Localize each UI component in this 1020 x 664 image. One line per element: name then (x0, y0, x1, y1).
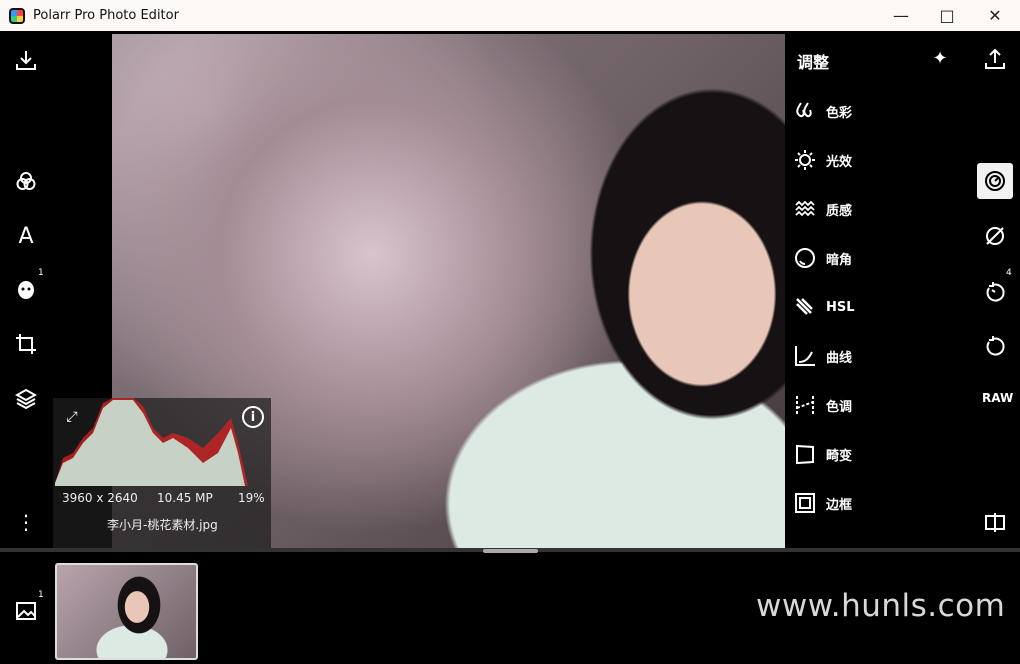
expand-icon[interactable]: ⤢ (61, 406, 83, 428)
history-badge: 4 (1006, 268, 1012, 278)
zoom-level: 19% (238, 491, 265, 505)
menu-item-label: 曲线 (826, 350, 853, 366)
file-name: 李小月-桃花素材.jpg (107, 518, 218, 532)
sun-icon (795, 150, 815, 170)
maximize-button[interactable]: □ (924, 0, 970, 31)
gallery-icon[interactable] (13, 598, 39, 624)
gallery-badge: 1 (38, 590, 44, 600)
menu-item-border[interactable]: 边框 (794, 492, 852, 514)
menu-item-drops[interactable]: 色彩 (794, 100, 852, 122)
download-icon[interactable] (12, 46, 40, 74)
menu-item-label: 色调 (826, 399, 853, 415)
menu-item-vignette[interactable]: 暗角 (794, 247, 852, 269)
magic-wand-icon[interactable]: ✦ (928, 46, 952, 70)
image-dimensions: 3960 x 2640 (62, 491, 138, 505)
menu-item-curve[interactable]: 曲线 (794, 345, 852, 367)
photo-thumbnail[interactable] (55, 563, 198, 660)
title-bar: Polarr Pro Photo Editor — □ ✕ (0, 0, 1020, 31)
menu-item-hsl[interactable]: HSL (794, 296, 855, 318)
hsl-icon (796, 298, 813, 315)
histogram-panel: ⤢ i 3960 x 2640 10.45 MP 19% 李小月-桃花素材.jp… (53, 398, 271, 548)
waves-icon (795, 200, 815, 217)
export-icon[interactable] (982, 46, 1008, 72)
more-icon[interactable]: ⋮ (12, 508, 40, 536)
toning-icon (796, 396, 814, 414)
reset-icon[interactable] (981, 331, 1009, 359)
menu-item-distortion[interactable]: 畸变 (794, 443, 852, 465)
menu-item-label: 边框 (826, 497, 853, 513)
menu-item-label: HSL (826, 299, 855, 315)
close-button[interactable]: ✕ (972, 0, 1018, 31)
menu-item-label: 色彩 (826, 105, 853, 121)
menu-item-label: 光效 (826, 154, 853, 170)
watermark: www.hunls.com (756, 588, 1006, 624)
info-icon[interactable]: i (242, 406, 264, 428)
histogram-chart (55, 398, 248, 486)
app-icon (9, 7, 25, 24)
panel-title: 调整 (797, 53, 830, 72)
text-icon[interactable]: A (12, 222, 40, 250)
panel-resize-handle[interactable] (483, 549, 538, 553)
curve-icon (795, 346, 815, 366)
menu-item-waves[interactable]: 质感 (794, 198, 852, 220)
crop-icon[interactable] (12, 330, 40, 358)
drops-icon (796, 102, 812, 118)
filters-icon[interactable] (12, 167, 40, 195)
layers-icon[interactable] (12, 384, 40, 412)
compare-icon[interactable] (982, 509, 1008, 535)
megapixels: 10.45 MP (157, 491, 213, 505)
menu-item-toning[interactable]: 色调 (794, 394, 852, 416)
face-badge: 1 (38, 268, 44, 278)
mask-off-icon[interactable] (981, 222, 1009, 250)
menu-item-sun[interactable]: 光效 (794, 149, 852, 171)
raw-button[interactable]: RAW (982, 391, 1013, 405)
adjust-tab-button[interactable] (977, 163, 1013, 199)
menu-item-label: 畸变 (826, 448, 853, 464)
vignette-icon (795, 248, 815, 268)
menu-item-label: 暗角 (826, 252, 853, 268)
face-icon[interactable] (12, 275, 40, 303)
history-icon[interactable] (981, 277, 1009, 305)
distortion-icon (796, 444, 814, 465)
app-title: Polarr Pro Photo Editor (33, 8, 179, 23)
border-icon (795, 493, 815, 513)
menu-item-label: 质感 (826, 203, 853, 219)
minimize-button[interactable]: — (878, 0, 924, 31)
